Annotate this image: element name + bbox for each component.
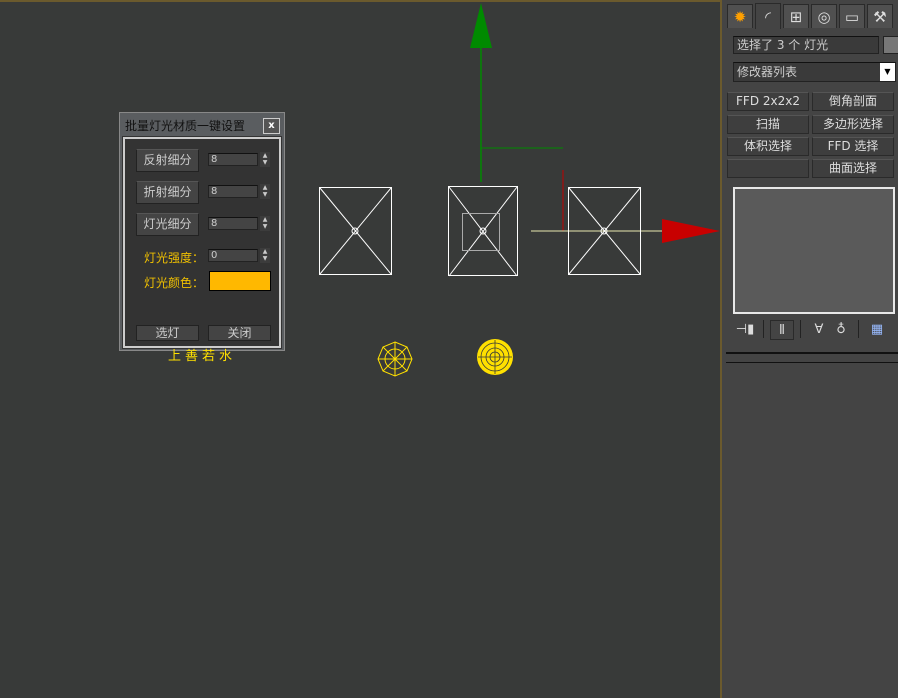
spinner-arrows-icon[interactable]: ▲ ▼ (260, 216, 270, 231)
configure-modifier-sets-icon[interactable]: ▦ (866, 320, 888, 340)
modifier-list-label: 修改器列表 (737, 65, 798, 79)
modifier-button-empty[interactable] (727, 159, 809, 178)
divider (763, 320, 764, 338)
selection-name-field[interactable]: 选择了 3 个 灯光 (733, 36, 879, 54)
pin-stack-icon[interactable]: ⊣▮ (734, 320, 756, 340)
create-tab-icon[interactable]: ✹ (727, 4, 753, 28)
light-subdiv-button[interactable]: 灯光细分 (136, 213, 199, 236)
modifier-list-dropdown[interactable]: 修改器列表 ▼ (733, 62, 896, 82)
sphere-light-right[interactable] (477, 339, 513, 375)
rollout-divider (726, 352, 898, 354)
modifier-button-poly-select[interactable]: 多边形选择 (812, 115, 894, 134)
spinner-arrows-icon[interactable]: ▲ ▼ (260, 152, 270, 167)
modifier-stack-list[interactable] (733, 187, 895, 314)
refract-subdiv-button[interactable]: 折射细分 (136, 181, 199, 204)
dialog-close-button[interactable]: x (263, 118, 280, 134)
x-axis-arrow[interactable] (662, 219, 720, 243)
signature-text: 上善若水 (167, 349, 236, 364)
dialog-title: 批量灯光材质一键设置 (125, 119, 246, 133)
reflect-subdiv-input[interactable]: 8 (208, 153, 258, 166)
light-left[interactable] (319, 187, 392, 275)
intensity-label: 灯光强度： (144, 251, 205, 265)
divider (858, 320, 859, 338)
divider (800, 320, 801, 338)
light-color-swatch[interactable] (209, 271, 271, 291)
display-tab-icon[interactable]: ▭ (839, 4, 865, 28)
command-panel: ✹ ◜ ⊞ ◎ ▭ ⚒ 选择了 3 个 灯光 修改器列表 ▼ FFD 2x2x2… (720, 0, 898, 698)
remove-modifier-icon[interactable]: ♁ (830, 320, 852, 340)
motion-tab-icon[interactable]: ◎ (811, 4, 837, 28)
reflect-subdiv-button[interactable]: 反射细分 (136, 149, 199, 172)
rollout-divider (726, 362, 898, 363)
make-unique-icon[interactable]: ∀ (808, 320, 830, 340)
show-end-result-icon[interactable]: ⫴ (770, 320, 794, 340)
modifier-button-vol-select[interactable]: 体积选择 (727, 137, 809, 156)
color-label: 灯光颜色： (144, 276, 205, 290)
utilities-tab-icon[interactable]: ⚒ (867, 4, 893, 28)
object-color-swatch[interactable] (883, 36, 898, 54)
modifier-button-bevel-profile[interactable]: 倒角剖面 (812, 92, 894, 111)
light-center[interactable] (448, 186, 518, 277)
modify-tab-icon[interactable]: ◜ (755, 3, 781, 29)
modifier-button-ffd222[interactable]: FFD 2x2x2 (727, 92, 809, 111)
spinner-arrows-icon[interactable]: ▲ ▼ (260, 184, 270, 199)
spinner-arrows-icon[interactable]: ▲ ▼ (260, 248, 270, 263)
sphere-light-left[interactable] (377, 341, 413, 377)
batch-light-dialog: 批量灯光材质一键设置 x 反射细分 8 ▲ ▼ 折射细分 8 ▲ ▼ 灯光细分 8 … (119, 112, 285, 364)
modifier-button-sweep[interactable]: 扫描 (727, 115, 809, 134)
transform-gizmo[interactable] (470, 3, 720, 243)
modifier-button-ffd-select[interactable]: FFD 选择 (812, 137, 894, 156)
chevron-down-icon[interactable]: ▼ (880, 63, 895, 81)
viewport[interactable] (0, 2, 720, 698)
intensity-input[interactable]: 0 (208, 249, 258, 262)
y-axis-arrow[interactable] (470, 3, 492, 48)
light-subdiv-input[interactable]: 8 (208, 217, 258, 230)
dialog-body: 反射细分 8 ▲ ▼ 折射细分 8 ▲ ▼ 灯光细分 8 ▲ ▼ 灯光强度： 0 ▲ ▼… (122, 136, 282, 364)
hierarchy-tab-icon[interactable]: ⊞ (783, 4, 809, 28)
modifier-button-surface-select[interactable]: 曲面选择 (812, 159, 894, 178)
refract-subdiv-input[interactable]: 8 (208, 185, 258, 198)
